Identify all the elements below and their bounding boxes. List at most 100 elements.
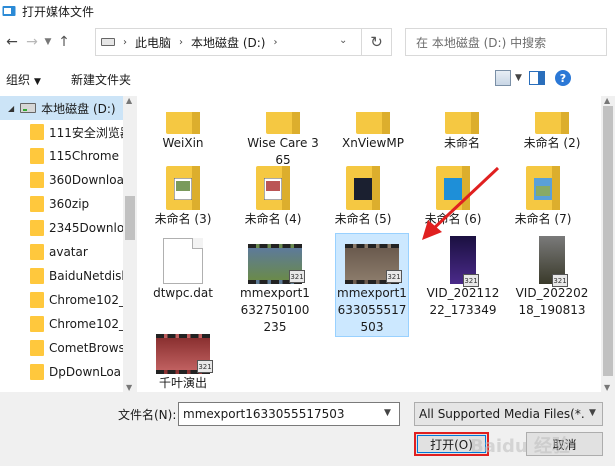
folder-icon (30, 268, 44, 284)
sidebar-item-label: BaiduNetdisk (49, 269, 129, 283)
address-bar[interactable]: › 此电脑 › 本地磁盘 (D:) › (95, 28, 362, 56)
sidebar-item-folder[interactable]: DpDownLoa (0, 360, 137, 384)
scrollbar-thumb[interactable] (125, 196, 135, 240)
sidebar-item-folder[interactable]: Chrome102_ (0, 312, 137, 336)
folder-icon (151, 160, 215, 210)
document-icon (151, 234, 215, 284)
file-item[interactable]: 未命名 (2) (515, 84, 589, 152)
organize-menu[interactable]: 组织 ▼ (6, 71, 41, 88)
file-name: 未命名 (6) (424, 212, 482, 226)
address-dropdown-chevron-icon[interactable]: ⌄ (339, 35, 353, 46)
file-name-input[interactable]: mmexport1633055517503 (178, 402, 400, 426)
file-name: 未命名 (443, 136, 480, 150)
breadcrumb-drive-d[interactable]: 本地磁盘 (D:) (191, 34, 265, 51)
sidebar-item-label: CometBrows (49, 341, 125, 355)
scroll-down-icon[interactable]: ▼ (604, 383, 610, 392)
media-badge-icon: 321 (386, 270, 402, 283)
file-type-dropdown-chevron-icon[interactable]: ▼ (589, 408, 596, 418)
file-name-label: 文件名(N): (118, 408, 177, 422)
video-thumbnail-icon: 321 (431, 234, 495, 287)
file-item[interactable]: 未命名 (7) (506, 160, 580, 228)
file-name: mmexport1632750100235 (240, 286, 310, 334)
sidebar-item-folder[interactable]: Chrome102_ (0, 288, 137, 312)
forward-arrow-icon[interactable]: → (22, 30, 42, 54)
file-item[interactable]: Wise Care 365 (246, 84, 320, 169)
file-name-dropdown-chevron-icon[interactable]: ▼ (384, 408, 391, 418)
scrollbar-thumb[interactable] (603, 106, 613, 376)
file-name: XnViewMP (342, 136, 404, 150)
chevron-right-icon[interactable]: › (179, 37, 183, 48)
search-input[interactable]: 在 本地磁盘 (D:) 中搜索 (405, 28, 607, 56)
file-item[interactable]: 未命名 (6) (416, 160, 490, 228)
sidebar-item-label: 360zip (49, 197, 90, 211)
file-name: dtwpc.dat (153, 286, 213, 300)
folder-icon (30, 220, 44, 236)
video-thumbnail-icon: 321 (151, 324, 215, 374)
folder-icon (30, 292, 44, 308)
folder-icon (30, 172, 44, 188)
video-thumbnail-icon: 321 (520, 234, 584, 287)
file-item[interactable]: 321 mmexport1632750100235 (238, 234, 312, 336)
file-item[interactable]: 未命名 (5) (326, 160, 400, 228)
file-item[interactable]: 321 千叶演出 (146, 324, 220, 392)
file-grid-scrollbar[interactable]: ▲ ▼ (601, 96, 615, 392)
sidebar-item-drive-d[interactable]: ◢ 本地磁盘 (D:) (0, 96, 137, 120)
new-folder-button[interactable]: 新建文件夹 (71, 71, 131, 88)
open-button[interactable]: 打开(O) (414, 432, 489, 456)
sidebar-item-folder[interactable]: CometBrows (0, 336, 137, 360)
file-item[interactable]: XnViewMP (336, 84, 410, 152)
chevron-right-icon[interactable]: › (273, 37, 277, 48)
sidebar-item-label: 115Chrome (49, 149, 119, 163)
file-item[interactable]: dtwpc.dat (146, 234, 220, 302)
folder-icon (341, 84, 405, 134)
sidebar-item-folder[interactable]: 360Download (0, 168, 137, 192)
up-arrow-icon[interactable]: ↑ (54, 30, 74, 54)
media-app-icon (2, 6, 16, 16)
dialog-footer: 文件名(N): mmexport1633055517503 ▼ All Supp… (0, 392, 615, 466)
scroll-up-icon[interactable]: ▲ (604, 96, 610, 105)
chevron-right-icon[interactable]: › (123, 37, 127, 48)
sidebar-item-folder[interactable]: 2345Downlo (0, 216, 137, 240)
sidebar-item-folder[interactable]: BaiduNetdisk (0, 264, 137, 288)
file-name: 未命名 (5) (334, 212, 392, 226)
recent-locations-chevron-icon[interactable]: ▼ (42, 30, 54, 54)
folder-icon (30, 316, 44, 332)
file-item[interactable]: 321 VID_20211222_173349 (426, 234, 500, 319)
file-name: VID_20211222_173349 (426, 286, 500, 317)
breadcrumb-this-pc[interactable]: 此电脑 (135, 34, 171, 51)
sidebar-item-folder[interactable]: 360zip (0, 192, 137, 216)
file-name: 未命名 (4) (244, 212, 302, 226)
file-name: mmexport1633055517503 (337, 286, 407, 334)
sidebar-item-label: Chrome102_ (49, 317, 125, 331)
file-name: 千叶演出 (158, 376, 207, 390)
folder-icon (251, 84, 315, 134)
cancel-button[interactable]: 取消 (526, 432, 603, 456)
folder-icon (30, 244, 44, 260)
sidebar-item-label: 360Download (49, 173, 132, 187)
sidebar-scrollbar[interactable]: ▲ ▼ (123, 96, 137, 392)
file-item-selected[interactable]: 321 mmexport1633055517503 (335, 233, 409, 337)
organize-label: 组织 (6, 72, 31, 87)
expanded-chevron-icon[interactable]: ◢ (8, 104, 14, 113)
back-arrow-icon[interactable]: ← (2, 30, 22, 54)
sidebar-item-folder[interactable]: avatar (0, 240, 137, 264)
folder-icon (30, 196, 44, 212)
sidebar-item-folder[interactable]: 111安全浏览器 (0, 120, 137, 144)
navigation-pane: ◢ 本地磁盘 (D:) 111安全浏览器 115Chrome 360Downlo… (0, 96, 137, 392)
file-item[interactable]: 321 VID_20220218_190813 (515, 234, 589, 319)
scroll-up-icon[interactable]: ▲ (126, 96, 132, 105)
preview-pane-icon[interactable] (529, 71, 545, 85)
file-type-select[interactable]: All Supported Media Files(*. (414, 402, 603, 426)
sidebar-item-folder[interactable]: 115Chrome (0, 144, 137, 168)
view-dropdown-chevron-icon[interactable]: ▼ (515, 73, 525, 83)
scroll-down-icon[interactable]: ▼ (126, 383, 132, 392)
file-item[interactable]: 未命名 (3) (146, 160, 220, 228)
file-item[interactable]: 未命名 (4) (236, 160, 310, 228)
file-item[interactable]: 未命名 (425, 84, 499, 152)
file-item[interactable]: WeiXin (146, 84, 220, 152)
file-name: WeiXin (162, 136, 204, 150)
refresh-icon[interactable]: ↻ (362, 28, 392, 56)
window-title: 打开媒体文件 (22, 4, 95, 19)
folder-icon (331, 160, 395, 210)
folder-icon (30, 364, 44, 380)
